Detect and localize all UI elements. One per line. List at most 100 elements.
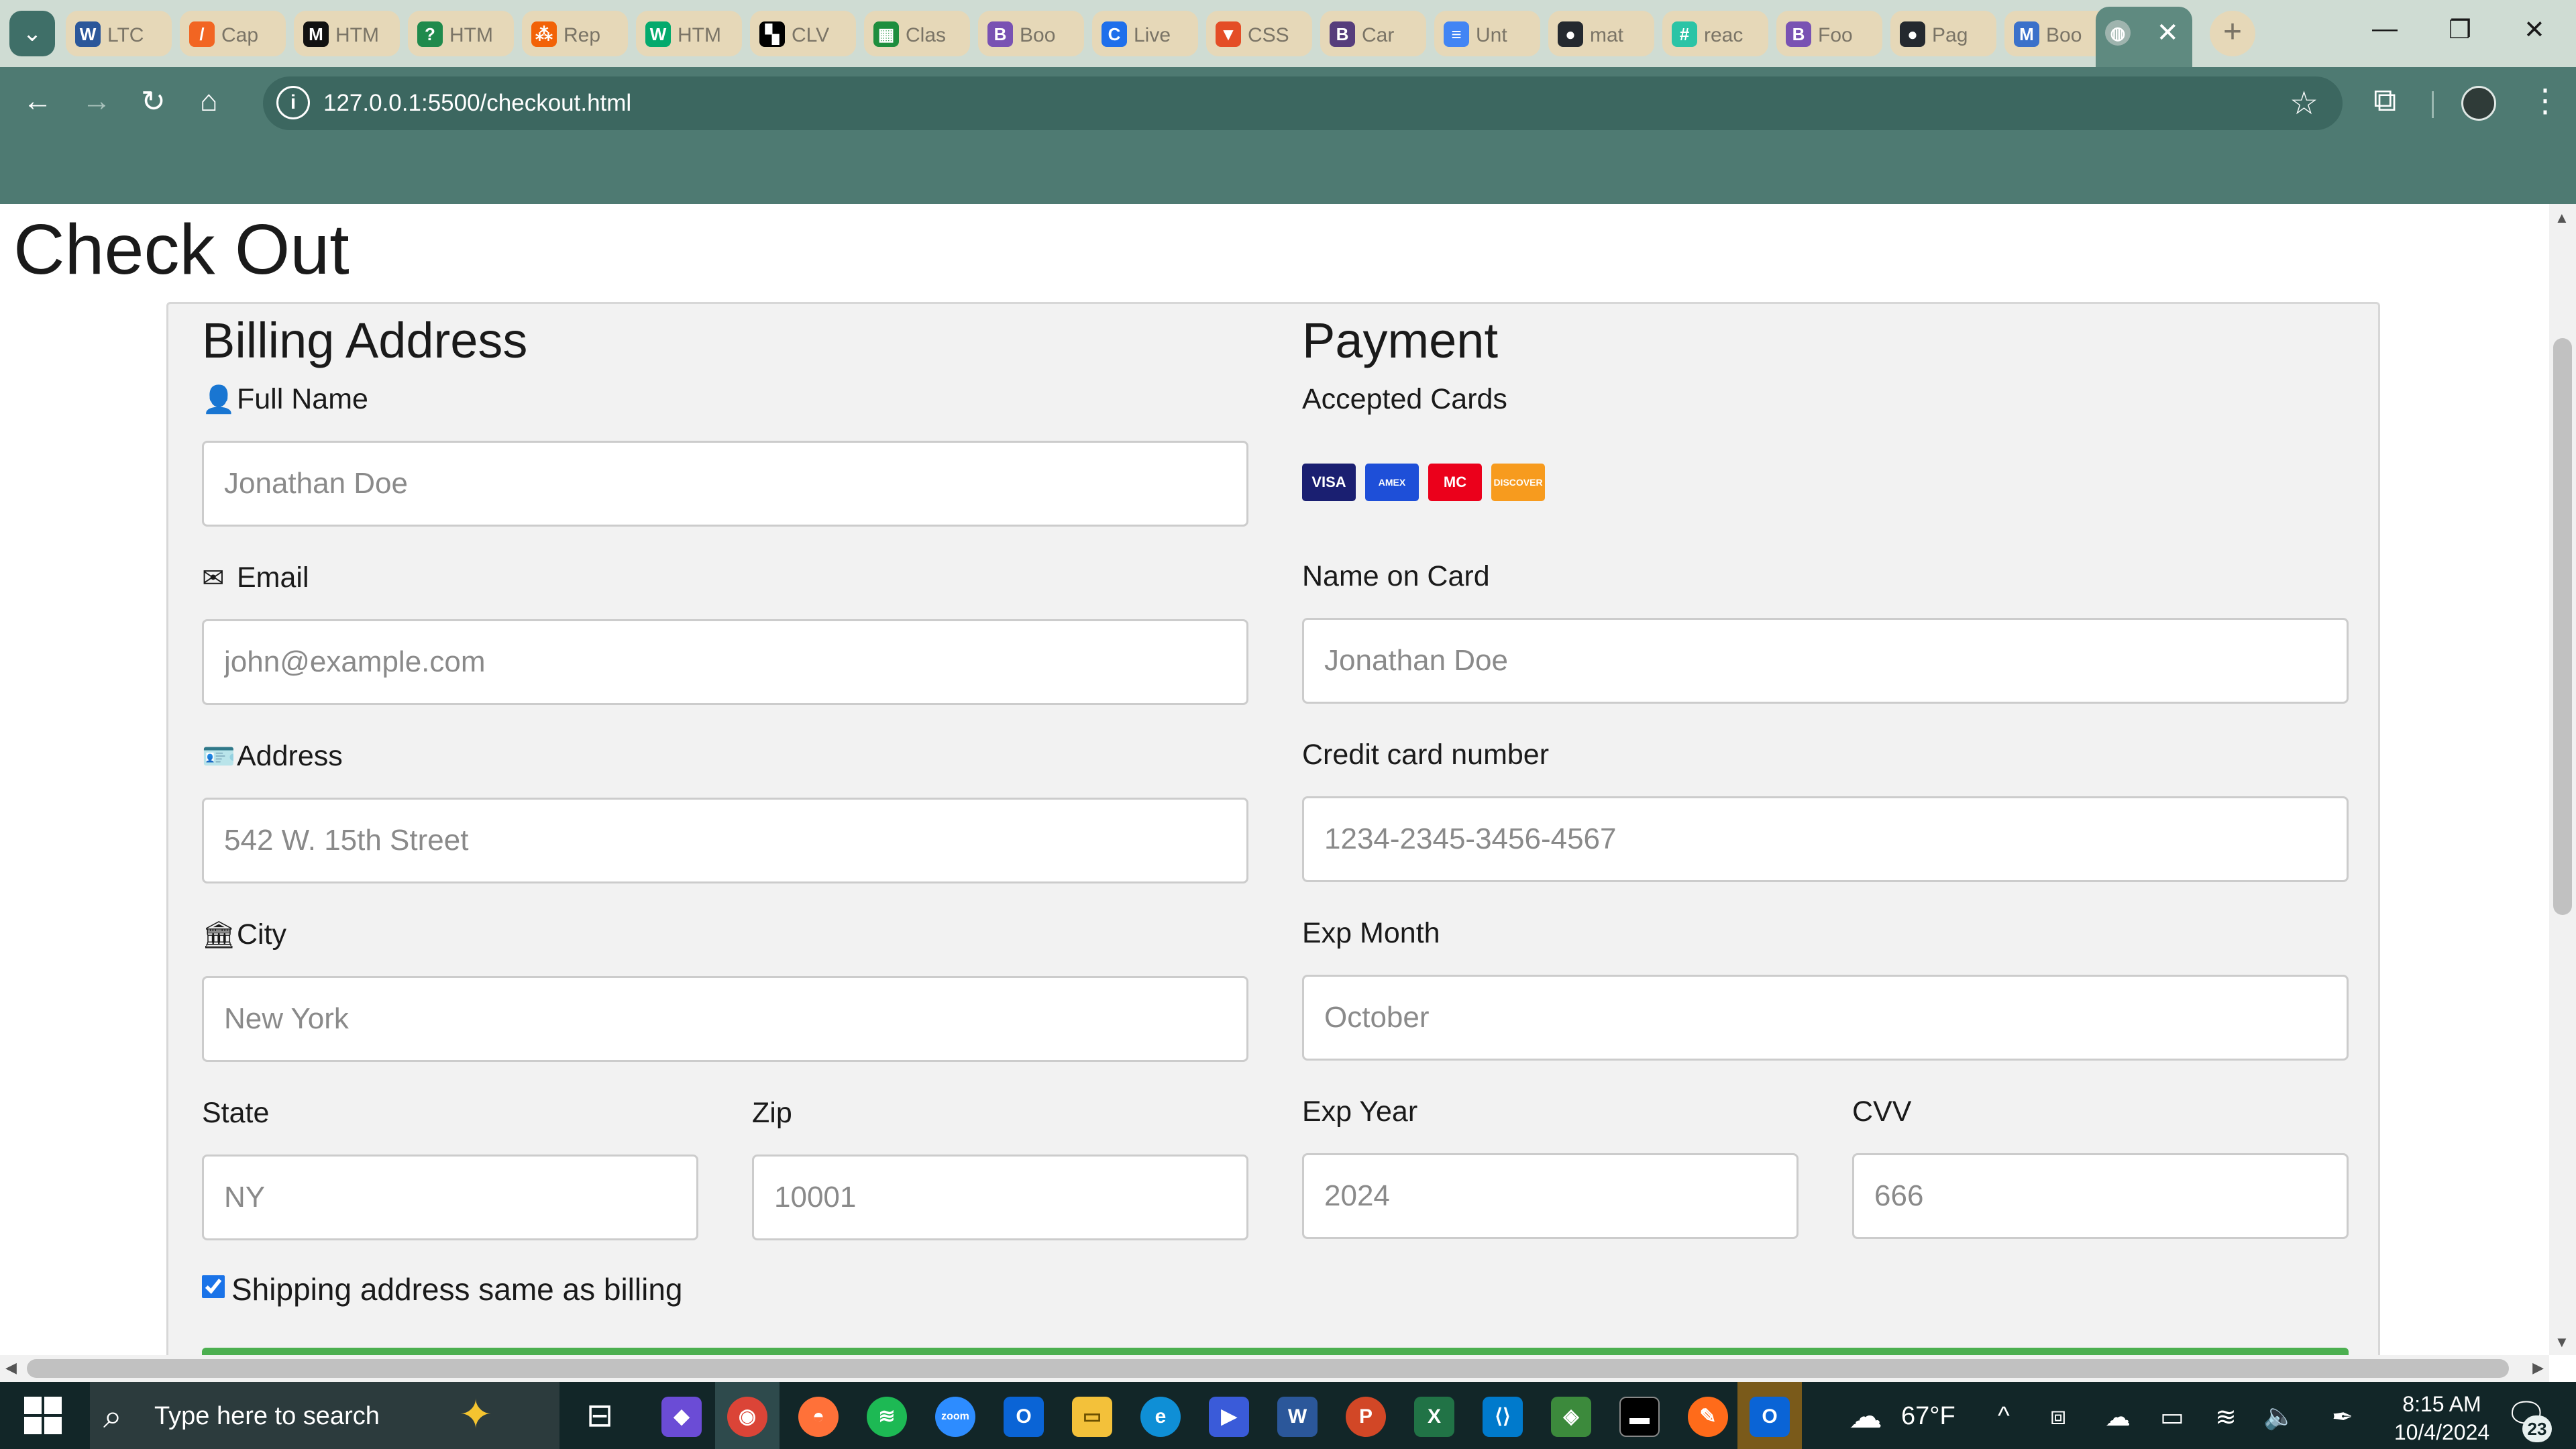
extensions-icon[interactable]: ⧉ bbox=[2373, 82, 2396, 119]
continue-checkout-button[interactable] bbox=[202, 1348, 2349, 1355]
replit-icon: ⁂ bbox=[531, 21, 557, 47]
reload-icon[interactable]: ↻ bbox=[141, 85, 166, 119]
site-info-icon[interactable]: i bbox=[276, 86, 310, 119]
tab-search-button[interactable]: ⌄ bbox=[9, 11, 55, 56]
windows-start-icon[interactable] bbox=[24, 1397, 62, 1434]
url-text[interactable]: 127.0.0.1:5500/checkout.html bbox=[323, 90, 631, 117]
volume-icon[interactable]: 🔈 bbox=[2263, 1402, 2295, 1432]
file-explorer-icon[interactable]: ▭ bbox=[1072, 1397, 1112, 1437]
tab-active-checkout[interactable]: ◍ ✕ bbox=[2096, 7, 2192, 67]
copilot-app-icon[interactable]: ◆ bbox=[661, 1397, 702, 1437]
system-clock[interactable]: 8:15 AM 10/4/2024 bbox=[2381, 1390, 2502, 1446]
weather-temp[interactable]: 67°F bbox=[1901, 1402, 1955, 1431]
tab-title: reac bbox=[1704, 24, 1743, 46]
tab-title: Rep bbox=[564, 24, 601, 46]
cvv-input[interactable] bbox=[1852, 1153, 2349, 1239]
outlook-legacy-app-icon[interactable]: O bbox=[1004, 1397, 1044, 1437]
browser-tab[interactable]: B Boo bbox=[978, 11, 1084, 56]
search-icon: ⌕ bbox=[103, 1397, 122, 1435]
horizontal-scroll-thumb[interactable] bbox=[27, 1359, 2509, 1378]
horizontal-scrollbar[interactable]: ◀ ▶ bbox=[0, 1355, 2549, 1382]
browser-tab[interactable]: B Car bbox=[1320, 11, 1426, 56]
home-icon[interactable]: ⌂ bbox=[200, 85, 218, 118]
browser-tab[interactable]: W HTM bbox=[636, 11, 742, 56]
outlook-app-icon[interactable]: O bbox=[1750, 1397, 1790, 1437]
weather-cloud-icon[interactable]: ☁ bbox=[1849, 1397, 1882, 1436]
address-bar[interactable]: i 127.0.0.1:5500/checkout.html ☆ bbox=[263, 76, 2343, 130]
minimize-icon[interactable]: — bbox=[2372, 15, 2398, 44]
close-tab-icon[interactable]: ✕ bbox=[2156, 17, 2179, 48]
battery-icon[interactable]: ▭ bbox=[2160, 1402, 2184, 1432]
browser-tab[interactable]: ● mat bbox=[1548, 11, 1654, 56]
vertical-scrollbar[interactable]: ▲ ▼ bbox=[2549, 204, 2576, 1355]
email-input[interactable] bbox=[202, 619, 1248, 705]
word-icon: W bbox=[75, 21, 101, 47]
close-window-icon[interactable]: ✕ bbox=[2524, 15, 2545, 45]
taskbar-search-box[interactable]: ⌕ Type here to search ✦ bbox=[90, 1382, 559, 1449]
back-icon[interactable]: ← bbox=[23, 85, 52, 118]
payment-heading: Payment bbox=[1302, 313, 1499, 368]
scroll-down-icon[interactable]: ▼ bbox=[2555, 1334, 2569, 1351]
vertical-scroll-thumb[interactable] bbox=[2553, 338, 2572, 915]
postman-app-icon[interactable]: ✎ bbox=[1688, 1397, 1728, 1437]
browser-tab[interactable]: M Boo bbox=[2004, 11, 2110, 56]
same-address-label[interactable]: Shipping address same as billing bbox=[231, 1271, 683, 1307]
browser-tab[interactable]: M HTM bbox=[294, 11, 400, 56]
excel-app-icon[interactable]: X bbox=[1414, 1397, 1454, 1437]
bookmark-star-icon[interactable]: ☆ bbox=[2290, 85, 2318, 122]
scroll-right-icon[interactable]: ▶ bbox=[2532, 1359, 2544, 1377]
zip-label: Zip bbox=[752, 1097, 792, 1129]
zip-input[interactable] bbox=[752, 1155, 1248, 1240]
browser-tab[interactable]: ▼ CSS bbox=[1206, 11, 1312, 56]
browser-tab[interactable]: ▚ CLV bbox=[750, 11, 856, 56]
chrome-app-icon[interactable]: ◉ bbox=[727, 1397, 767, 1437]
browser-tab[interactable]: ≡ Unt bbox=[1434, 11, 1540, 56]
scroll-left-icon[interactable]: ◀ bbox=[5, 1359, 17, 1377]
windows-taskbar: ⌕ Type here to search ✦ ⊟ ◆ ◉ ◓ ≋ zoom O… bbox=[0, 1382, 2576, 1449]
vscode-app-icon[interactable]: ⟨⟩ bbox=[1483, 1397, 1523, 1437]
checkout-form: Billing Address 👤Full Name ✉Email 🪪Addre… bbox=[166, 302, 2380, 1355]
menu-kebab-icon[interactable]: ⋮ bbox=[2529, 82, 2561, 119]
profile-avatar[interactable] bbox=[2461, 86, 2496, 121]
new-tab-button[interactable]: + bbox=[2210, 11, 2255, 56]
firefox-app-icon[interactable]: ◓ bbox=[798, 1397, 839, 1437]
pen-icon[interactable]: ✒ bbox=[2332, 1402, 2353, 1432]
name-on-card-input[interactable] bbox=[1302, 618, 2349, 704]
word-app-icon[interactable]: W bbox=[1277, 1397, 1318, 1437]
browser-tab[interactable]: ▦ Clas bbox=[864, 11, 970, 56]
city-input[interactable] bbox=[202, 976, 1248, 1062]
browser-tab[interactable]: # reac bbox=[1662, 11, 1768, 56]
browser-tab[interactable]: ⁂ Rep bbox=[522, 11, 628, 56]
git-tool-icon[interactable]: ◈ bbox=[1551, 1397, 1591, 1437]
forward-icon[interactable]: → bbox=[82, 85, 111, 118]
scroll-up-icon[interactable]: ▲ bbox=[2555, 209, 2569, 227]
browser-tab[interactable]: C Live bbox=[1092, 11, 1198, 56]
spotify-app-icon[interactable]: ≋ bbox=[867, 1397, 907, 1437]
zoom-app-icon[interactable]: zoom bbox=[935, 1397, 975, 1437]
terminal-app-icon[interactable]: ▬ bbox=[1619, 1397, 1660, 1437]
live-icon: C bbox=[1102, 21, 1127, 47]
meet-now-icon[interactable]: ⧈ bbox=[2050, 1402, 2066, 1431]
exp-year-input[interactable] bbox=[1302, 1153, 1799, 1239]
restore-icon[interactable]: ❐ bbox=[2449, 15, 2471, 45]
task-view-icon[interactable]: ⊟ bbox=[586, 1397, 613, 1434]
address-input[interactable] bbox=[202, 798, 1248, 883]
powerpoint-app-icon[interactable]: P bbox=[1346, 1397, 1386, 1437]
edge-app-icon[interactable]: e bbox=[1140, 1397, 1181, 1437]
media-player-icon[interactable]: ▶ bbox=[1209, 1397, 1249, 1437]
page-navbar bbox=[0, 137, 2576, 204]
browser-tab[interactable]: ? HTM bbox=[408, 11, 514, 56]
state-input[interactable] bbox=[202, 1155, 698, 1240]
card-number-input[interactable] bbox=[1302, 796, 2349, 882]
onedrive-icon[interactable]: ☁ bbox=[2105, 1402, 2131, 1432]
browser-tab[interactable]: ● Pag bbox=[1890, 11, 1996, 56]
tray-chevron-icon[interactable]: ^ bbox=[1998, 1402, 2010, 1431]
browser-tab[interactable]: W LTC bbox=[66, 11, 172, 56]
browser-tab[interactable]: / Cap bbox=[180, 11, 286, 56]
exp-month-input[interactable] bbox=[1302, 975, 2349, 1061]
browser-tab[interactable]: B Foo bbox=[1776, 11, 1882, 56]
full-name-input[interactable] bbox=[202, 441, 1248, 527]
wifi-icon[interactable]: ≋ bbox=[2215, 1402, 2237, 1432]
tab-title: CLV bbox=[792, 24, 830, 46]
same-address-checkbox[interactable] bbox=[202, 1275, 225, 1298]
